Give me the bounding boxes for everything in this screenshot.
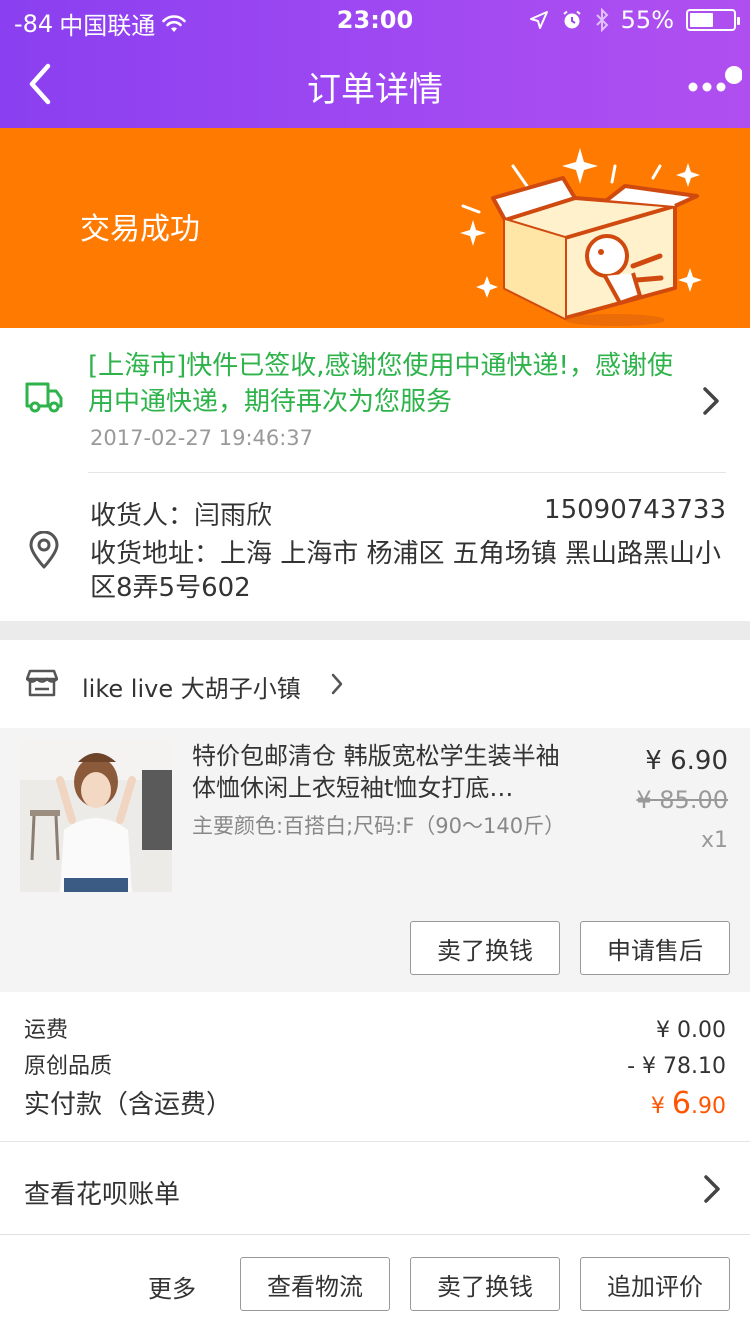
- product-original-price: ¥ 85.00: [636, 786, 728, 814]
- truck-icon: [25, 382, 63, 413]
- more-button[interactable]: [682, 60, 743, 110]
- fee-summary: 运费 ¥ 0.00 原创品质 - ¥ 78.10 实付款（含运费） ¥ 6.90: [0, 992, 750, 1140]
- location-pin-icon: [29, 531, 59, 569]
- trade-status: 交易成功: [80, 212, 200, 247]
- success-banner: 交易成功: [0, 128, 750, 328]
- shop-name: like live 大胡子小镇: [82, 675, 301, 703]
- more-button[interactable]: 更多: [148, 1269, 196, 1304]
- discount-value: - ¥ 78.10: [627, 1054, 726, 1079]
- total-label: 实付款（含运费）: [24, 1090, 233, 1120]
- shipping-value: ¥ 0.00: [656, 1018, 726, 1043]
- store-icon: [26, 669, 58, 697]
- add-review-button[interactable]: 追加评价: [580, 1257, 730, 1311]
- huabei-label: 查看花呗账单: [24, 1180, 181, 1210]
- sell-for-cash-button[interactable]: 卖了换钱: [410, 921, 560, 975]
- total-integer: 6: [671, 1086, 691, 1121]
- shipping-label: 运费: [24, 1018, 69, 1043]
- logistics-time: 2017-02-27 19:46:37: [90, 426, 314, 450]
- address-block: 收货人：闫雨欣 15090743733 收货地址：上海 上海市 杨浦区 五角场镇…: [0, 473, 750, 621]
- more-dots-icon: [688, 66, 743, 92]
- product-price: ¥ 6.90: [645, 746, 728, 776]
- header: -84 中国联通 23:00 55% 订单详情: [0, 0, 750, 128]
- total-currency: ¥: [650, 1094, 672, 1119]
- footer-actions: 更多 查看物流 卖了换钱 追加评价: [0, 1235, 750, 1334]
- receiver-name: 收货人：闫雨欣: [90, 501, 273, 531]
- sell-for-cash-button[interactable]: 卖了换钱: [410, 1257, 560, 1311]
- request-after-sale-button[interactable]: 申请售后: [580, 921, 730, 975]
- receiver-phone: 15090743733: [544, 495, 726, 525]
- view-logistics-button[interactable]: 查看物流: [240, 1257, 390, 1311]
- shop-row[interactable]: like live 大胡子小镇: [0, 640, 750, 728]
- logistics-row[interactable]: [上海市]快件已签收,感谢您使用中通快递!，感谢使用中通快递，期待再次为您服务 …: [0, 328, 750, 473]
- total-decimal: .90: [691, 1094, 726, 1119]
- nav-bar: 订单详情: [0, 40, 750, 128]
- gift-box-illustration: [460, 148, 702, 326]
- total-value: ¥ 6.90: [651, 1086, 726, 1121]
- page-title: 订单详情: [307, 70, 443, 110]
- product-image[interactable]: [20, 740, 172, 892]
- product-title[interactable]: 特价包邮清仓 韩版宽松学生装半袖体恤休闲上衣短袖t恤女打底…: [192, 740, 582, 804]
- battery-fill: [690, 13, 714, 27]
- total-row: 实付款（含运费） ¥ 6.90: [24, 1084, 726, 1121]
- chevron-right-icon: [704, 1175, 720, 1203]
- product-item: 特价包邮清仓 韩版宽松学生装半袖体恤休闲上衣短袖t恤女打底… 主要颜色:百搭白;…: [0, 728, 750, 992]
- product-quantity: x1: [700, 828, 728, 853]
- alarm-icon: [563, 10, 581, 29]
- chevron-right-icon: [331, 673, 343, 695]
- discount-row: 原创品质 - ¥ 78.10: [24, 1048, 726, 1080]
- battery-percent: 55%: [620, 6, 674, 34]
- chevron-right-icon: [703, 387, 719, 415]
- huabei-bill-row[interactable]: 查看花呗账单: [0, 1142, 750, 1234]
- location-arrow-icon: [529, 11, 548, 29]
- product-photo: [20, 740, 172, 892]
- bluetooth-icon: [595, 8, 609, 32]
- receiver-address: 收货地址：上海 上海市 杨浦区 五角场镇 黑山路黑山小区8弄5号602: [90, 539, 722, 603]
- discount-label: 原创品质: [24, 1054, 113, 1079]
- order-detail-page: -84 中国联通 23:00 55% 订单详情 交易成功 [上海市]快件已签收,…: [0, 0, 750, 1334]
- status-right: 55%: [529, 6, 740, 34]
- battery-icon: [686, 9, 740, 31]
- logistics-message: [上海市]快件已签收,感谢您使用中通快递!，感谢使用中通快递，期待再次为您服务: [88, 351, 673, 417]
- status-bar: -84 中国联通 23:00 55%: [0, 0, 750, 40]
- product-sku: 主要颜色:百搭白;尺码:F（90～140斤）: [192, 814, 566, 838]
- section-gap: [0, 621, 750, 640]
- shipping-fee-row: 运费 ¥ 0.00: [24, 1012, 726, 1044]
